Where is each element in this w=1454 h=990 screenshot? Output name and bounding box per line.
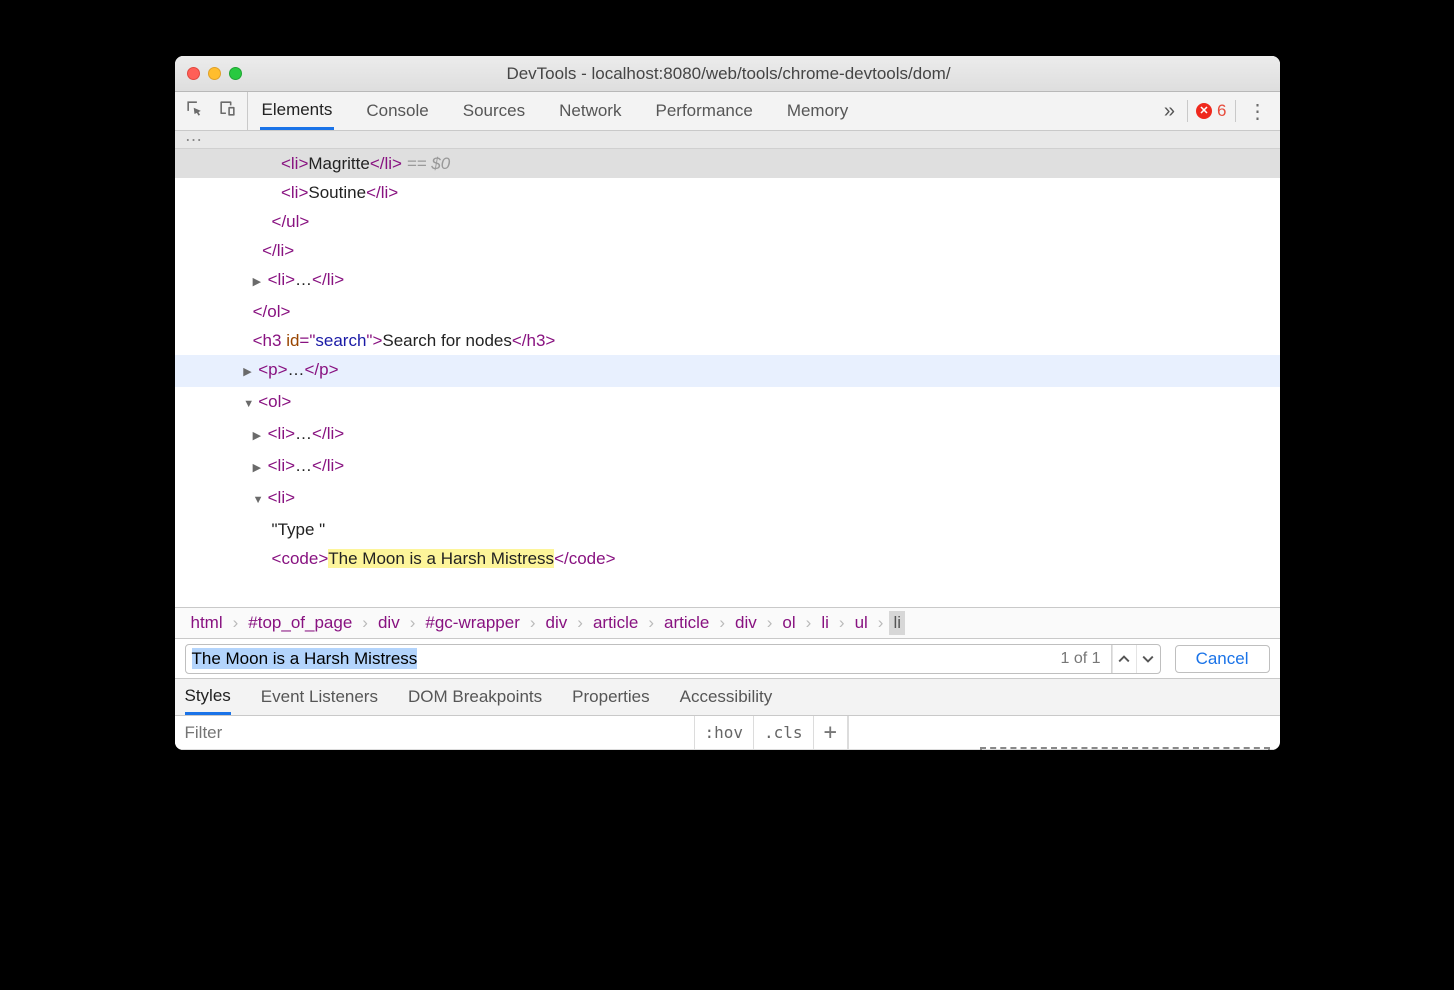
cls-toggle-button[interactable]: .cls xyxy=(754,716,814,749)
collapsed-indicator: … xyxy=(288,360,305,379)
search-query-text: The Moon is a Harsh Mistress xyxy=(192,648,418,669)
error-badge-icon: ✕ xyxy=(1196,103,1212,119)
dom-node[interactable]: ▶<li>…</li> xyxy=(175,451,1280,483)
crumb[interactable]: article xyxy=(589,611,642,635)
crumb[interactable]: ul xyxy=(851,611,872,635)
crumb[interactable]: #gc-wrapper xyxy=(421,611,524,635)
dom-node[interactable]: </li> xyxy=(175,236,1280,265)
panel-tabs: Elements Console Sources Network Perform… xyxy=(248,92,1152,130)
subtab-event-listeners[interactable]: Event Listeners xyxy=(261,679,378,715)
window-titlebar: DevTools - localhost:8080/web/tools/chro… xyxy=(175,56,1280,92)
search-box: The Moon is a Harsh Mistress 1 of 1 xyxy=(185,644,1161,674)
dom-node[interactable]: ▶<li>…</li> xyxy=(175,419,1280,451)
window-title: DevTools - localhost:8080/web/tools/chro… xyxy=(190,64,1268,84)
dom-node[interactable]: ▶<li>…</li> xyxy=(175,265,1280,297)
subtab-dom-breakpoints[interactable]: DOM Breakpoints xyxy=(408,679,542,715)
dom-text: Magritte xyxy=(308,154,369,173)
search-prev-button[interactable] xyxy=(1112,645,1136,673)
crumb[interactable]: ol xyxy=(778,611,799,635)
crumb-current[interactable]: li xyxy=(889,611,905,635)
dom-text: "Type " xyxy=(272,520,326,539)
subtab-accessibility[interactable]: Accessibility xyxy=(680,679,773,715)
dom-node[interactable]: ▶<p>…</p> xyxy=(175,355,1280,387)
search-highlight: The Moon is a Harsh Mistress xyxy=(328,549,554,568)
hidden-ancestors-bar[interactable]: … xyxy=(175,131,1280,149)
crumb[interactable]: #top_of_page xyxy=(244,611,356,635)
dom-search-bar: The Moon is a Harsh Mistress 1 of 1 Canc… xyxy=(175,639,1280,679)
tab-network[interactable]: Network xyxy=(557,92,623,130)
expand-triangle-icon[interactable]: ▶ xyxy=(243,358,255,387)
styles-subtabs: Styles Event Listeners DOM Breakpoints P… xyxy=(175,679,1280,716)
subtab-properties[interactable]: Properties xyxy=(572,679,649,715)
dom-node[interactable]: </ul> xyxy=(175,207,1280,236)
collapsed-indicator: … xyxy=(295,424,312,443)
selection-marker: == $0 xyxy=(407,154,451,173)
new-style-rule-button[interactable]: + xyxy=(814,716,848,749)
styles-panel-preview xyxy=(848,716,1280,749)
dom-node[interactable]: <code>The Moon is a Harsh Mistress</code… xyxy=(175,544,1280,573)
crumb[interactable]: li xyxy=(817,611,833,635)
main-toolbar: Elements Console Sources Network Perform… xyxy=(175,92,1280,131)
attr-value: search xyxy=(315,331,366,350)
dom-node[interactable]: <h3 id="search">Search for nodes</h3> xyxy=(175,326,1280,355)
crumb[interactable]: div xyxy=(542,611,572,635)
search-cancel-button[interactable]: Cancel xyxy=(1175,645,1270,673)
dom-node[interactable]: <li>Soutine</li> xyxy=(175,178,1280,207)
crumb[interactable]: div xyxy=(731,611,761,635)
error-counter[interactable]: ✕ 6 xyxy=(1187,100,1235,123)
dom-node[interactable]: <li>Magritte</li> == $0 xyxy=(175,149,1280,178)
inspect-element-icon[interactable] xyxy=(185,99,204,123)
crumb[interactable]: article xyxy=(660,611,713,635)
dom-node[interactable]: </ol> xyxy=(175,297,1280,326)
dom-text: Soutine xyxy=(308,183,366,202)
dom-tree[interactable]: <li>Magritte</li> == $0 <li>Soutine</li>… xyxy=(175,149,1280,607)
tab-elements[interactable]: Elements xyxy=(260,92,335,130)
dom-text: Search for nodes xyxy=(382,331,511,350)
search-input[interactable]: The Moon is a Harsh Mistress xyxy=(186,649,1051,669)
box-model-preview xyxy=(980,747,1270,750)
expand-triangle-icon[interactable]: ▶ xyxy=(253,422,265,451)
collapse-triangle-icon[interactable]: ▼ xyxy=(253,486,265,515)
styles-filter-input[interactable] xyxy=(175,716,695,749)
settings-menu-button[interactable]: ⋮ xyxy=(1236,99,1280,124)
tab-console[interactable]: Console xyxy=(364,92,430,130)
devtools-window: DevTools - localhost:8080/web/tools/chro… xyxy=(175,56,1280,750)
collapse-triangle-icon[interactable]: ▼ xyxy=(243,390,255,419)
subtab-styles[interactable]: Styles xyxy=(185,679,231,715)
expand-triangle-icon[interactable]: ▶ xyxy=(253,268,265,297)
dom-node[interactable]: ▼<li> xyxy=(175,483,1280,515)
collapsed-indicator: … xyxy=(295,456,312,475)
crumb[interactable]: div xyxy=(374,611,404,635)
tab-sources[interactable]: Sources xyxy=(461,92,527,130)
crumb[interactable]: html xyxy=(187,611,227,635)
dom-node[interactable]: "Type " xyxy=(175,515,1280,544)
search-next-button[interactable] xyxy=(1136,645,1160,673)
error-count: 6 xyxy=(1217,101,1226,121)
expand-triangle-icon[interactable]: ▶ xyxy=(253,454,265,483)
styles-filter-bar: :hov .cls + xyxy=(175,716,1280,750)
device-toolbar-icon[interactable] xyxy=(218,99,237,123)
hov-toggle-button[interactable]: :hov xyxy=(695,716,755,749)
more-tabs-button[interactable]: » xyxy=(1152,100,1187,123)
breadcrumb: html› #top_of_page› div› #gc-wrapper› di… xyxy=(175,607,1280,639)
dom-node[interactable]: ▼<ol> xyxy=(175,387,1280,419)
attr-name: id xyxy=(286,331,299,350)
tab-performance[interactable]: Performance xyxy=(653,92,754,130)
collapsed-indicator: … xyxy=(295,270,312,289)
search-result-count: 1 of 1 xyxy=(1051,645,1112,673)
tab-memory[interactable]: Memory xyxy=(785,92,850,130)
